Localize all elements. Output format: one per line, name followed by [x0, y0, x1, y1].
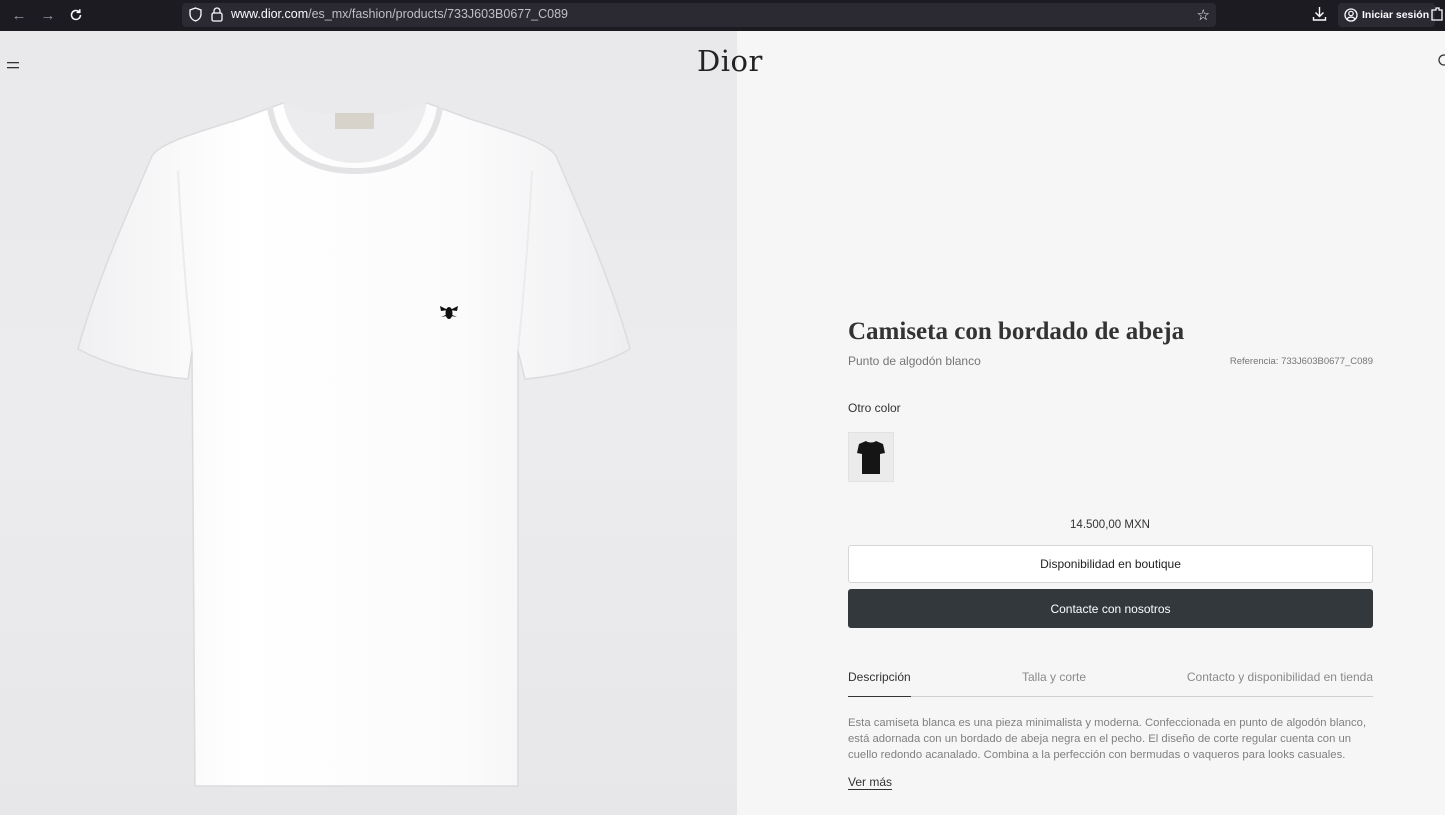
product-reference: Referencia: 733J603B0677_C089 [1229, 356, 1373, 367]
black-tshirt-thumbnail [857, 441, 885, 474]
product-image[interactable] [0, 31, 737, 815]
url-text: www.dior.com/es_mx/fashion/products/733J… [231, 7, 569, 21]
extensions-icon[interactable] [1430, 6, 1444, 27]
back-icon[interactable]: ← [8, 5, 30, 25]
other-color-label: Otro color [848, 401, 901, 415]
contact-us-button[interactable]: Contacte con nosotros [848, 589, 1373, 628]
bookmark-star-icon[interactable]: ☆ [1197, 6, 1210, 24]
forward-icon[interactable]: → [37, 5, 59, 25]
see-more-link[interactable]: Ver más [848, 775, 893, 790]
menu-icon[interactable] [7, 57, 19, 75]
download-icon[interactable] [1312, 6, 1327, 27]
boutique-availability-button[interactable]: Disponibilidad en boutique [848, 545, 1373, 583]
color-swatch-black[interactable] [848, 432, 894, 482]
tab-description[interactable]: Descripción [848, 670, 911, 697]
account-icon [1344, 8, 1358, 22]
product-description: Esta camiseta blanca es una pieza minima… [848, 717, 1367, 761]
product-price: 14.500,00 MXN [1070, 519, 1150, 531]
shield-icon[interactable] [189, 7, 202, 27]
address-bar[interactable]: www.dior.com/es_mx/fashion/products/733J… [182, 3, 1216, 27]
product-info-panel [737, 31, 1445, 815]
tshirt-image [77, 102, 631, 787]
tab-size-fit[interactable]: Talla y corte [1022, 670, 1086, 697]
lock-icon[interactable] [211, 7, 223, 27]
tab-contact-availability[interactable]: Contacto y disponibilidad en tienda [1187, 670, 1373, 697]
product-subtitle: Punto de algodón blanco [848, 354, 981, 368]
signin-button[interactable]: Iniciar sesión [1338, 3, 1436, 27]
search-icon[interactable] [1436, 54, 1445, 73]
dior-logo[interactable]: Dior [697, 44, 763, 78]
product-tabs: Descripción Talla y corte Contacto y dis… [848, 670, 1373, 697]
signin-label: Iniciar sesión [1362, 9, 1430, 21]
reload-icon[interactable] [65, 5, 87, 25]
browser-toolbar: ← → www.dior.com/es_mx/fashion/products/… [0, 0, 1445, 31]
product-title: Camiseta con bordado de abeja [848, 318, 1185, 345]
